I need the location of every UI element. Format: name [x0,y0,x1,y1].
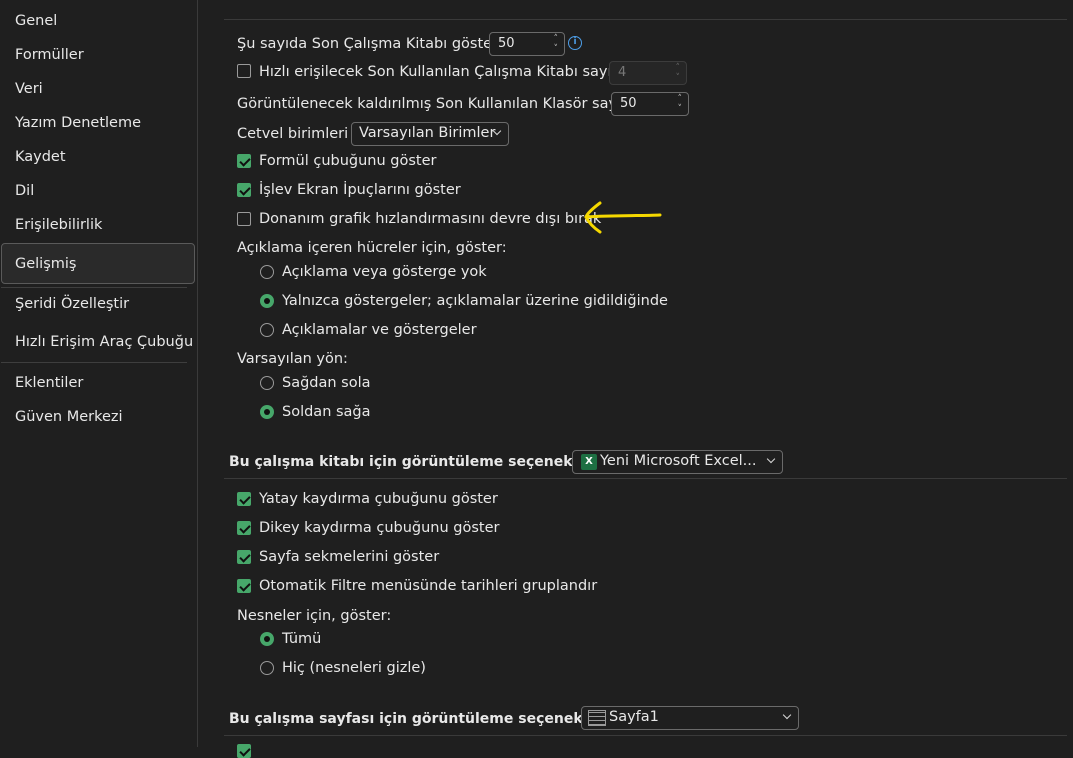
sidebar-item-guven-merkezi[interactable]: Güven Merkezi [15,405,123,429]
objects-all-label: Tümü [282,631,322,647]
disable-hw-accel-checkbox[interactable] [237,212,251,226]
sidebar-item-formuller[interactable]: Formüller [15,43,84,67]
comments-option-none-radio[interactable] [260,265,274,279]
objects-none-label: Hiç (nesneleri gizle) [282,660,426,676]
sidebar-item-seridi-ozellestir[interactable]: Şeridi Özelleştir [15,292,129,316]
workbook-name: Yeni Microsoft Excel... [600,453,757,469]
comments-heading: Açıklama içeren hücreler için, göster: [237,240,507,256]
chevron-down-icon [766,454,776,464]
show-sheet-tabs-label: Sayfa sekmelerini göster [259,549,440,565]
comments-option-indicators-label: Yalnızca göstergeler; açıklamalar üzerin… [282,293,668,309]
recent-count-label: Şu sayıda Son Çalışma Kitabı göster: [237,36,503,52]
disable-hw-accel-label: Donanım grafik hızlandırmasını devre dış… [259,211,602,227]
annotation-arrow-icon [584,201,662,234]
sidebar-item-yazim-denetleme[interactable]: Yazım Denetleme [15,111,141,135]
sheet-icon [588,710,606,726]
recent-count-value: 50 [498,36,515,51]
quick-access-spinner[interactable]: 4 ˄ ˅ [609,61,687,85]
objects-all-radio[interactable] [260,632,274,646]
show-function-tips-checkbox[interactable] [237,183,251,197]
worksheet-section-title: Bu çalışma sayfası için görüntüleme seçe… [229,711,615,727]
group-dates-label: Otomatik Filtre menüsünde tarihleri grup… [259,578,598,594]
sidebar-item-erisilebilirlik[interactable]: Erişilebilirlik [15,213,102,237]
workbook-select-dropdown[interactable]: X Yeni Microsoft Excel... [572,450,783,474]
spin-down-icon[interactable]: ˅ [678,105,683,114]
quick-access-checkbox[interactable] [237,64,251,78]
direction-heading: Varsayılan yön: [237,351,348,367]
ruler-units-dropdown[interactable]: Varsayılan Birimler [351,122,509,146]
sheet-name: Sayfa1 [609,709,659,725]
comments-option-none-label: Açıklama veya gösterge yok [282,264,487,280]
comments-option-indicators-radio[interactable] [260,294,274,308]
direction-rtl-radio[interactable] [260,376,274,390]
section-divider [224,478,1067,479]
sidebar-divider [1,287,187,288]
show-formula-bar-checkbox[interactable] [237,154,251,168]
show-sheet-tabs-checkbox[interactable] [237,550,251,564]
spin-down-icon[interactable]: ˅ [676,74,681,83]
sidebar-item-kaydet[interactable]: Kaydet [15,145,66,169]
show-hscroll-checkbox[interactable] [237,492,251,506]
ruler-units-value: Varsayılan Birimler [359,125,496,141]
group-dates-checkbox[interactable] [237,579,251,593]
direction-ltr-radio[interactable] [260,405,274,419]
objects-heading: Nesneler için, göster: [237,608,392,624]
sidebar-item-dil[interactable]: Dil [15,179,34,203]
section-divider [224,735,1067,736]
objects-none-radio[interactable] [260,661,274,675]
sidebar-item-hizli-erisim[interactable]: Hızlı Erişim Araç Çubuğu [15,330,193,354]
chevron-down-icon [782,710,792,720]
workbook-section-title: Bu çalışma kitabı için görüntüleme seçen… [229,454,605,470]
info-icon[interactable]: i [568,36,582,50]
comments-option-both-radio[interactable] [260,323,274,337]
show-hscroll-label: Yatay kaydırma çubuğunu göster [259,491,498,507]
sidebar-item-veri[interactable]: Veri [15,77,43,101]
direction-ltr-label: Soldan sağa [282,404,371,420]
recent-count-spinner[interactable]: 50 ˄ ˅ [489,32,565,56]
ruler-units-label: Cetvel birimleri [237,126,349,142]
show-vscroll-label: Dikey kaydırma çubuğunu göster [259,520,500,536]
spin-down-icon[interactable]: ˅ [554,45,559,54]
unpinned-folders-spinner[interactable]: 50 ˄ ˅ [611,92,689,116]
sidebar-item-eklentiler[interactable]: Eklentiler [15,371,83,395]
show-function-tips-label: İşlev Ekran İpuçlarını göster [259,182,461,198]
sidebar-item-genel[interactable]: Genel [15,9,57,33]
partial-checkbox[interactable] [237,744,251,758]
spin-up-icon[interactable]: ˄ [678,95,683,104]
quick-access-value: 4 [618,65,627,80]
excel-icon: X [581,454,597,470]
spin-up-icon[interactable]: ˄ [676,64,681,73]
worksheet-select-dropdown[interactable]: Sayfa1 [581,706,799,730]
spin-up-icon[interactable]: ˄ [554,35,559,44]
sidebar-item-gelismis[interactable]: Gelişmiş [15,252,76,276]
comments-option-both-label: Açıklamalar ve göstergeler [282,322,477,338]
show-formula-bar-label: Formül çubuğunu göster [259,153,437,169]
direction-rtl-label: Sağdan sola [282,375,371,391]
unpinned-folders-value: 50 [620,96,637,111]
show-vscroll-checkbox[interactable] [237,521,251,535]
section-divider [224,19,1067,20]
unpinned-folders-label: Görüntülenecek kaldırılmış Son Kullanıla… [237,96,638,112]
quick-access-label: Hızlı erişilecek Son Kullanılan Çalışma … [259,64,628,80]
options-sidebar: Genel Formüller Veri Yazım Denetleme Kay… [0,0,198,747]
sidebar-divider [1,362,187,363]
